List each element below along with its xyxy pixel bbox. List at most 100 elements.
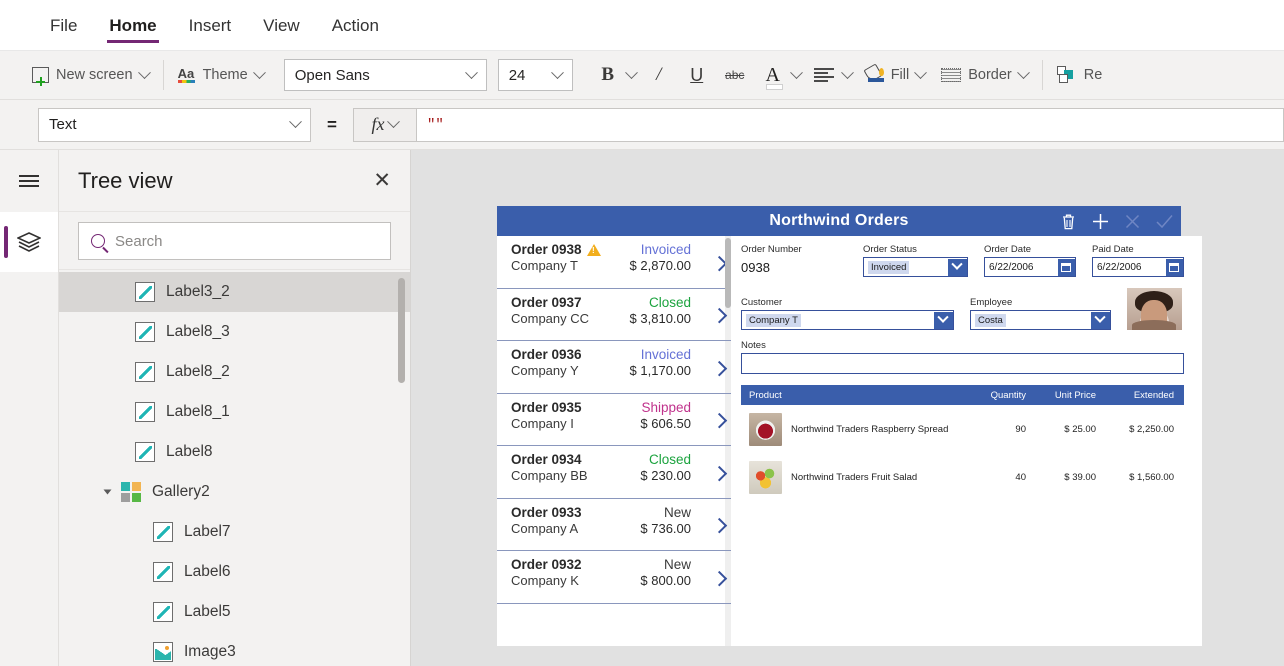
theme-button[interactable]: Aa Theme — [170, 57, 272, 93]
company-name: Company CC — [511, 310, 590, 326]
gallery-item[interactable]: Order 0934 Closed Company BB $ 230.00 — [497, 446, 731, 499]
new-screen-button[interactable]: New screen — [24, 57, 157, 93]
tree-item-label8_1[interactable]: Label8_1 — [59, 392, 410, 432]
tree-item-image3[interactable]: Image3 — [59, 632, 410, 666]
font-family-select[interactable]: Open Sans — [283, 59, 487, 91]
order-amount: $ 2,870.00 — [629, 258, 691, 273]
left-icon-rail — [0, 150, 59, 666]
products-table-row[interactable]: Northwind Traders Raspberry Spread 90 $ … — [741, 405, 1184, 453]
formula-bar: Text = fx "" — [0, 100, 1284, 150]
gallery-item[interactable]: Order 0932 New Company K $ 800.00 — [497, 551, 731, 604]
employee-dropdown[interactable]: Costa — [970, 310, 1111, 330]
chevron-down-icon — [550, 65, 564, 79]
chevron-down-icon[interactable] — [933, 311, 953, 329]
customer-value: Company T — [746, 313, 801, 327]
formula-input[interactable]: "" — [416, 107, 1284, 142]
order-amount: $ 3,810.00 — [629, 310, 691, 326]
check-icon[interactable] — [1156, 214, 1173, 229]
gallery-item[interactable]: Order 0938 Invoiced Company T $ 2,870.00 — [497, 236, 731, 289]
tab-home[interactable]: Home — [93, 0, 172, 51]
app-body: Order 0938 Invoiced Company T $ 2,870.00 — [497, 236, 1202, 646]
order-detail-form: Order Number 0938 Order Status Invoiced … — [731, 236, 1202, 646]
theme-icon: Aa — [177, 66, 195, 83]
gallery-item[interactable]: Order 0936 Invoiced Company Y $ 1,170.00 — [497, 341, 731, 394]
search-box[interactable] — [78, 222, 391, 260]
chevron-down-icon — [840, 65, 854, 79]
close-icon[interactable]: ✕ — [373, 170, 391, 191]
ribbon-tab-bar: File Home Insert View Action — [0, 0, 1284, 51]
calendar-icon[interactable] — [1057, 258, 1075, 276]
tree-view-search-container — [59, 212, 410, 270]
product-name: Northwind Traders Fruit Salad — [791, 471, 918, 483]
field-paid-date: Paid Date 6/22/2006 — [1092, 244, 1184, 277]
font-size-select[interactable]: 24 — [497, 59, 573, 91]
products-table-row[interactable]: Northwind Traders Fruit Salad 40 $ 39.00… — [741, 453, 1184, 501]
tab-action[interactable]: Action — [316, 0, 395, 51]
tree-item-label: Gallery2 — [152, 483, 210, 500]
notes-input[interactable] — [741, 353, 1184, 374]
paid-date-picker[interactable]: 6/22/2006 — [1092, 257, 1184, 277]
employee-value: Costa — [975, 313, 1006, 327]
form-row-2: Customer Company T Employee Costa — [741, 288, 1184, 330]
order-status: Invoiced — [640, 242, 691, 257]
tab-view[interactable]: View — [247, 0, 316, 51]
tree-view-scrollbar[interactable] — [398, 278, 405, 383]
plus-icon[interactable] — [1092, 213, 1109, 230]
reorder-icon — [1056, 66, 1077, 84]
tree-item-gallery2[interactable]: Gallery2 — [59, 472, 410, 512]
tree-item-label3_2[interactable]: Label3_2 — [59, 272, 410, 312]
tree-item-label8[interactable]: Label8 — [59, 432, 410, 472]
border-button[interactable]: Border — [933, 57, 1036, 93]
field-order-number: Order Number 0938 — [741, 244, 847, 277]
chevron-down-icon — [914, 65, 928, 79]
strikethrough-button[interactable]: abc — [716, 57, 754, 93]
text-align-button[interactable] — [805, 57, 856, 93]
order-number: Order 0937 — [511, 294, 582, 310]
hamburger-menu-button[interactable] — [0, 150, 58, 212]
chevron-down-icon[interactable] — [1090, 311, 1110, 329]
chevron-down-icon[interactable] — [947, 258, 967, 276]
gallery-item[interactable]: Order 0933 New Company A $ 736.00 — [497, 499, 731, 551]
form-row-1: Order Number 0938 Order Status Invoiced … — [741, 244, 1184, 277]
order-number: Order 0934 — [511, 452, 582, 467]
order-amount: $ 736.00 — [640, 520, 691, 536]
label-icon — [135, 442, 155, 462]
reorder-button[interactable]: Re — [1049, 57, 1111, 93]
tree-item-label: Label8_2 — [166, 363, 230, 380]
tab-file[interactable]: File — [34, 0, 93, 51]
property-select[interactable]: Text — [38, 107, 311, 142]
tree-item-label7[interactable]: Label7 — [59, 512, 410, 552]
order-status-value: Invoiced — [868, 260, 910, 274]
col-unit-price: Unit Price — [1054, 389, 1096, 401]
rail-item-tree-view[interactable] — [0, 212, 58, 272]
trash-icon[interactable] — [1061, 213, 1076, 230]
order-status-dropdown[interactable]: Invoiced — [863, 257, 968, 277]
order-number-label: Order Number — [741, 244, 802, 255]
tree-item-label5[interactable]: Label5 — [59, 592, 410, 632]
order-date-picker[interactable]: 6/22/2006 — [984, 257, 1076, 277]
toolbar-divider-2 — [1041, 60, 1043, 90]
fill-button[interactable]: Fill — [856, 57, 934, 93]
gallery-item[interactable]: Order 0937 Closed Company CC $ 3,810.00 — [497, 289, 731, 341]
layers-icon — [16, 232, 42, 252]
expander-triangle-icon[interactable] — [99, 488, 115, 496]
gallery-item[interactable]: Order 0935 Shipped Company I $ 606.50 — [497, 394, 731, 446]
label-icon — [153, 522, 173, 542]
tree-view-list: Label3_2 Label8_3 Label8_2 Label8_1 Labe… — [59, 270, 410, 666]
tab-insert[interactable]: Insert — [173, 0, 248, 51]
italic-button[interactable]: / — [640, 57, 678, 93]
tree-item-label6[interactable]: Label6 — [59, 552, 410, 592]
tree-item-label8_2[interactable]: Label8_2 — [59, 352, 410, 392]
fx-button[interactable]: fx — [352, 107, 417, 142]
customer-dropdown[interactable]: Company T — [741, 310, 954, 330]
calendar-icon[interactable] — [1165, 258, 1183, 276]
font-color-button[interactable]: A — [754, 57, 805, 93]
bold-button[interactable]: B — [589, 57, 640, 93]
tree-item-label8_3[interactable]: Label8_3 — [59, 312, 410, 352]
cancel-icon[interactable] — [1125, 214, 1140, 229]
label-icon — [135, 362, 155, 382]
raspberry-spread-thumb — [749, 412, 782, 446]
underline-button[interactable]: U — [678, 57, 716, 93]
font-size-value: 24 — [508, 66, 526, 84]
search-input[interactable] — [115, 232, 378, 250]
